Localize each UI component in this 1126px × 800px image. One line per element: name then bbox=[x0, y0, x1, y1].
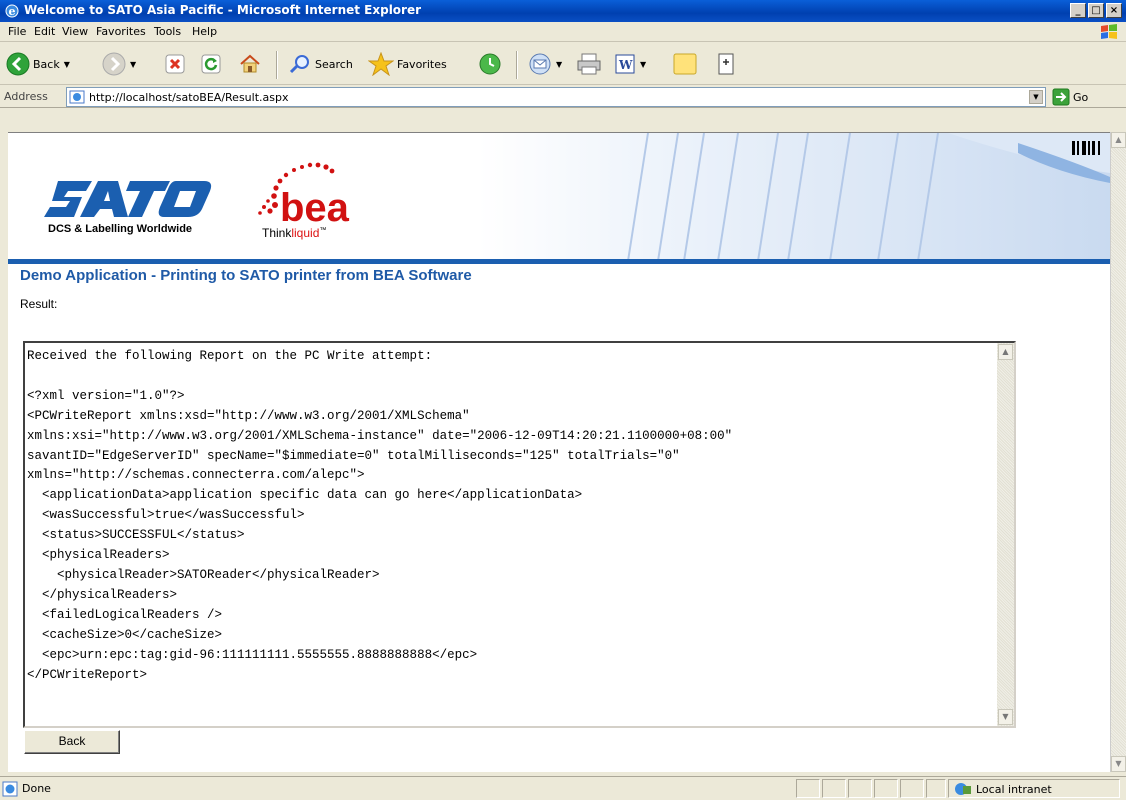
ie-icon: e bbox=[5, 4, 19, 18]
status-text: Done bbox=[22, 782, 51, 795]
status-cell bbox=[848, 779, 872, 798]
toolbar-separator bbox=[276, 51, 278, 79]
mail-button[interactable]: ▼ bbox=[528, 49, 562, 79]
go-label: Go bbox=[1073, 90, 1089, 104]
page-title: Demo Application - Printing to SATO prin… bbox=[20, 267, 472, 284]
header-banner: DCS & Labelling Worldwide bea Thinkliqui… bbox=[8, 133, 1110, 264]
svg-text:e: e bbox=[9, 5, 16, 18]
menu-file[interactable]: File bbox=[8, 25, 26, 38]
page-done-icon bbox=[2, 781, 18, 797]
status-cell bbox=[926, 779, 946, 798]
toolbar: Back ▼ ▼ Search Favorites ▼ W ▼ bbox=[0, 43, 1126, 85]
chevron-down-icon[interactable]: ▼ bbox=[130, 60, 136, 69]
title-bar[interactable]: e Welcome to SATO Asia Pacific - Microso… bbox=[0, 0, 1126, 22]
back-nav-button[interactable]: Back ▼ bbox=[6, 49, 70, 79]
go-arrow-icon bbox=[1052, 88, 1070, 106]
intranet-icon bbox=[955, 783, 971, 795]
chevron-down-icon[interactable]: ▼ bbox=[640, 60, 646, 69]
bea-tagline: Thinkliquid™ bbox=[262, 226, 326, 240]
barcode-banner-art bbox=[478, 133, 1110, 261]
page-scrollbar[interactable]: ▲ ▼ bbox=[1110, 132, 1126, 772]
search-button[interactable]: Search bbox=[288, 49, 353, 79]
bea-tagline-think: Think bbox=[262, 226, 292, 240]
menu-favorites[interactable]: Favorites bbox=[96, 25, 146, 38]
scroll-down-arrow-icon[interactable]: ▼ bbox=[1111, 756, 1126, 772]
search-icon bbox=[289, 55, 309, 74]
scroll-up-arrow-icon[interactable]: ▲ bbox=[1111, 132, 1126, 148]
bea-logo-text: bea bbox=[280, 186, 350, 230]
discuss-button[interactable] bbox=[672, 49, 698, 79]
menu-tools[interactable]: Tools bbox=[154, 25, 181, 38]
stop-icon bbox=[165, 54, 185, 74]
home-button[interactable] bbox=[238, 49, 262, 79]
zone-indicator: Local intranet bbox=[954, 782, 1052, 796]
page-viewport: DCS & Labelling Worldwide bea Thinkliqui… bbox=[8, 132, 1110, 772]
maximize-button[interactable]: □ bbox=[1088, 3, 1104, 18]
address-url: http://localhost/satoBEA/Result.aspx bbox=[89, 91, 289, 104]
menu-help[interactable]: Help bbox=[192, 25, 217, 38]
address-bar: Address http://localhost/satoBEA/Result.… bbox=[0, 86, 1126, 108]
refresh-icon bbox=[201, 54, 221, 74]
chevron-down-icon[interactable]: ▼ bbox=[556, 60, 562, 69]
history-icon bbox=[479, 53, 501, 75]
favorites-button[interactable]: Favorites bbox=[368, 49, 447, 79]
windows-flag-icon bbox=[1101, 24, 1117, 39]
back-button[interactable]: Back bbox=[24, 730, 120, 754]
document-icon bbox=[718, 53, 734, 75]
report-textarea[interactable]: Received the following Report on the PC … bbox=[23, 341, 1016, 728]
scroll-down-arrow-icon[interactable]: ▼ bbox=[998, 709, 1013, 725]
chevron-down-icon[interactable]: ▼ bbox=[64, 60, 70, 69]
favorites-label: Favorites bbox=[397, 57, 447, 71]
close-button[interactable]: × bbox=[1106, 3, 1122, 18]
messenger-button[interactable] bbox=[716, 49, 736, 79]
edit-button[interactable]: W ▼ bbox=[614, 49, 646, 79]
search-label: Search bbox=[315, 57, 353, 71]
print-button[interactable] bbox=[576, 49, 602, 79]
address-dropdown-button[interactable]: ▼ bbox=[1029, 90, 1043, 104]
go-button[interactable]: Go bbox=[1052, 88, 1088, 106]
sato-tagline: DCS & Labelling Worldwide bbox=[48, 223, 193, 235]
forward-nav-button[interactable]: ▼ bbox=[102, 49, 136, 79]
result-label: Result: bbox=[20, 297, 58, 311]
history-button[interactable] bbox=[478, 49, 502, 79]
menu-edit[interactable]: Edit bbox=[34, 25, 55, 38]
star-icon bbox=[368, 52, 394, 76]
textarea-scrollbar[interactable]: ▲ ▼ bbox=[997, 343, 1014, 726]
scroll-up-arrow-icon[interactable]: ▲ bbox=[998, 344, 1013, 360]
toolbar-separator bbox=[516, 51, 518, 79]
note-icon bbox=[673, 53, 697, 75]
address-label: Address bbox=[4, 90, 48, 103]
back-arrow-icon bbox=[6, 52, 30, 76]
trademark-mark: ™ bbox=[319, 227, 327, 234]
status-cell bbox=[796, 779, 820, 798]
zone-label: Local intranet bbox=[976, 782, 1052, 796]
stop-button[interactable] bbox=[164, 49, 186, 79]
svg-text:W: W bbox=[618, 58, 633, 72]
status-cell bbox=[874, 779, 898, 798]
left-frame-border bbox=[0, 108, 8, 772]
bea-logo: bea bbox=[258, 162, 350, 230]
header-divider bbox=[8, 259, 1110, 264]
status-cell bbox=[900, 779, 924, 798]
printer-icon bbox=[577, 53, 601, 75]
status-cell bbox=[822, 779, 846, 798]
minimize-button[interactable]: _ bbox=[1070, 3, 1086, 18]
word-icon: W bbox=[615, 54, 635, 74]
window-title: Welcome to SATO Asia Pacific - Microsoft… bbox=[24, 3, 422, 17]
bea-tagline-liquid: liquid bbox=[291, 226, 320, 240]
back-nav-label: Back bbox=[33, 57, 60, 71]
menu-bar: File Edit View Favorites Tools Help bbox=[0, 22, 1126, 42]
forward-arrow-icon bbox=[102, 52, 126, 76]
menu-view[interactable]: View bbox=[62, 25, 88, 38]
refresh-button[interactable] bbox=[200, 49, 222, 79]
report-text: Received the following Report on the PC … bbox=[27, 349, 733, 682]
sato-logo bbox=[44, 181, 212, 217]
status-bar: Done Local intranet bbox=[0, 776, 1126, 800]
home-icon bbox=[240, 54, 260, 73]
page-icon bbox=[69, 90, 85, 104]
mail-icon bbox=[529, 53, 551, 75]
address-input[interactable]: http://localhost/satoBEA/Result.aspx ▼ bbox=[66, 87, 1046, 107]
